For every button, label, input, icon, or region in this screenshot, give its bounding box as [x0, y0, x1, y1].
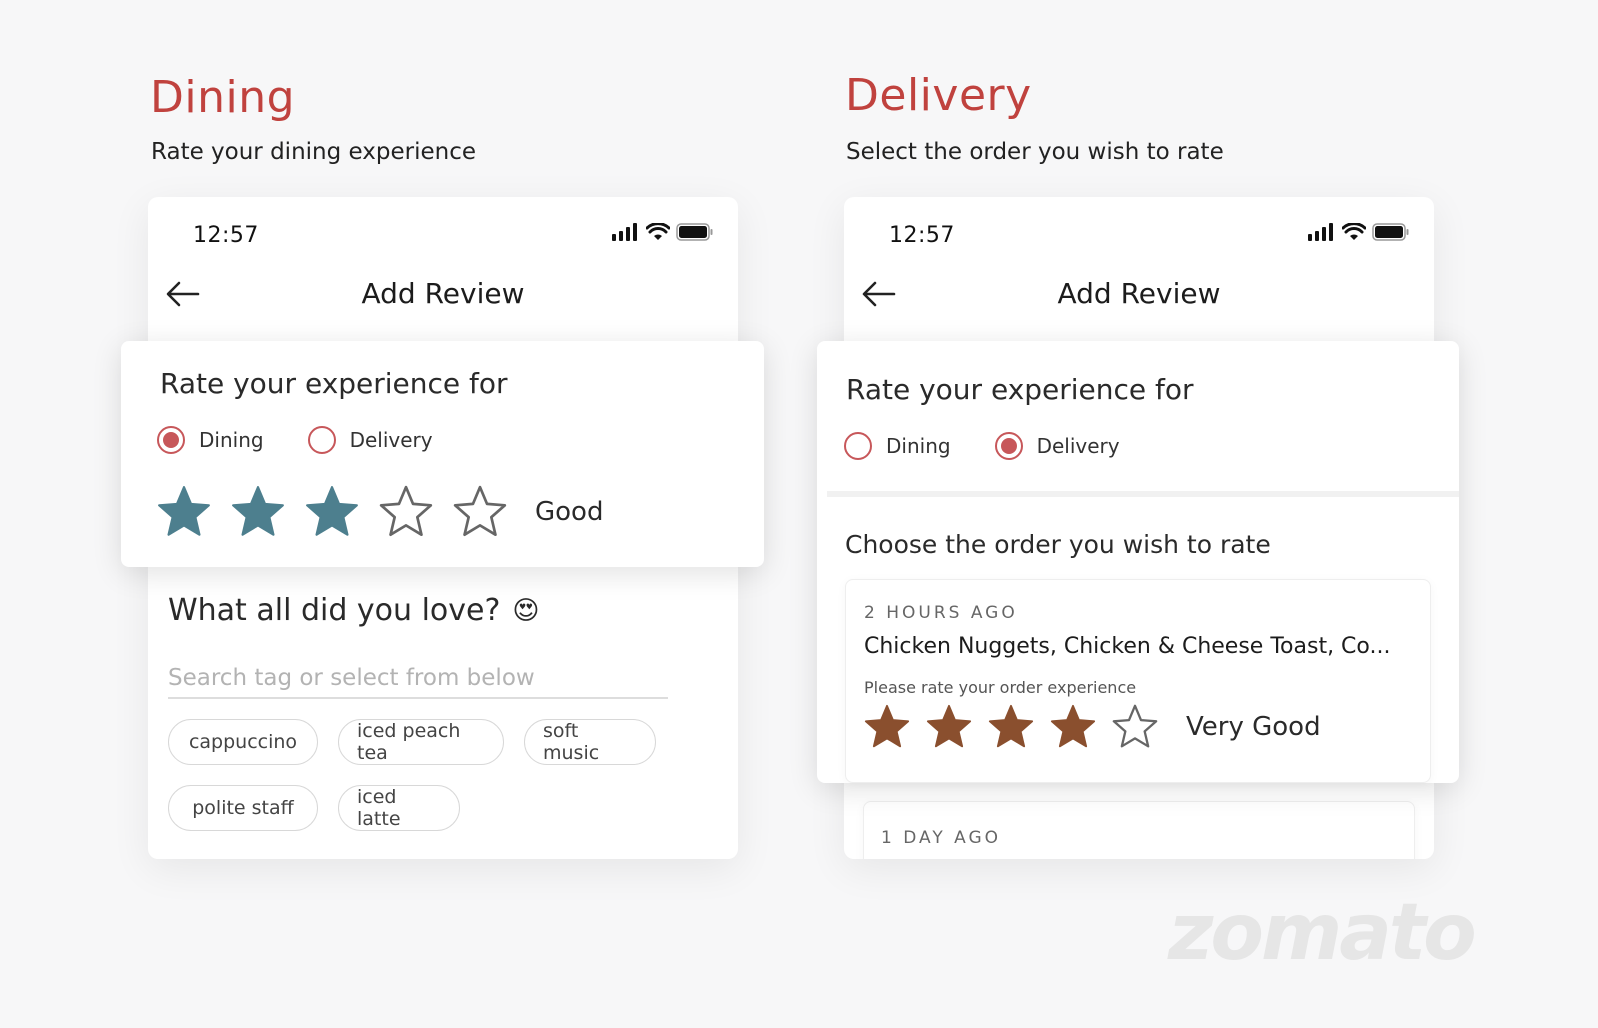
- star-filled-icon[interactable]: [988, 704, 1034, 750]
- star-filled-icon[interactable]: [231, 485, 285, 539]
- signal-icon: [1308, 223, 1333, 241]
- delivery-section-title: Delivery: [845, 70, 1032, 121]
- radio-selected-icon: [157, 426, 185, 454]
- tag-chip[interactable]: cappuccino: [168, 719, 318, 765]
- tag-list: cappuccino iced peach tea soft music pol…: [168, 719, 688, 831]
- rating-card-heading: Rate your experience for: [846, 373, 1194, 406]
- dining-star-rating: Good: [157, 485, 603, 539]
- order-items: Chicken Nuggets, Chicken & Cheese Toast,…: [864, 634, 1391, 659]
- tag-search-input[interactable]: [168, 665, 668, 699]
- order-star-rating: Very Good: [864, 704, 1321, 750]
- tag-chip[interactable]: polite staff: [168, 785, 318, 831]
- love-heading-text: What all did you love?: [168, 593, 501, 628]
- battery-icon: [676, 223, 713, 241]
- radio-delivery-label: Delivery: [349, 428, 433, 452]
- status-time: 12:57: [193, 223, 259, 248]
- status-icons: [1308, 223, 1410, 241]
- order-card[interactable]: 1 DAY AGO: [863, 801, 1415, 859]
- star-filled-icon[interactable]: [864, 704, 910, 750]
- radio-dining-label: Dining: [886, 434, 951, 458]
- tag-chip[interactable]: iced latte: [338, 785, 460, 831]
- radio-delivery-label: Delivery: [1036, 434, 1120, 458]
- wifi-icon: [1342, 223, 1366, 240]
- star-filled-icon[interactable]: [1050, 704, 1096, 750]
- choose-order-heading: Choose the order you wish to rate: [845, 530, 1271, 559]
- order-time: 2 HOURS AGO: [864, 603, 1018, 623]
- dining-rating-card: Rate your experience for Dining Delivery…: [121, 341, 764, 567]
- experience-type-radio-group: Dining Delivery: [157, 426, 433, 454]
- battery-icon: [1372, 223, 1409, 241]
- radio-dining[interactable]: Dining: [844, 432, 951, 460]
- dining-section-subtitle: Rate your dining experience: [151, 139, 476, 165]
- dining-section-title: Dining: [150, 72, 296, 123]
- rating-label: Good: [535, 497, 604, 527]
- rating-card-heading: Rate your experience for: [160, 367, 508, 400]
- radio-delivery[interactable]: Delivery: [307, 426, 433, 454]
- signal-icon: [612, 223, 637, 241]
- order-rating-prompt: Please rate your order experience: [864, 678, 1137, 697]
- status-time: 12:57: [889, 223, 955, 248]
- delivery-section-subtitle: Select the order you wish to rate: [846, 139, 1224, 165]
- radio-unselected-icon: [307, 426, 336, 454]
- rating-label: Very Good: [1186, 712, 1321, 742]
- star-filled-icon[interactable]: [157, 485, 211, 539]
- tag-chip[interactable]: soft music: [524, 719, 656, 765]
- order-card[interactable]: 2 HOURS AGO Chicken Nuggets, Chicken & C…: [845, 579, 1431, 783]
- zomato-watermark-logo: zomato: [1168, 888, 1477, 978]
- love-heading: What all did you love? 😍: [168, 593, 540, 628]
- star-empty-icon[interactable]: [453, 485, 507, 539]
- star-empty-icon[interactable]: [1112, 704, 1158, 750]
- radio-delivery[interactable]: Delivery: [994, 432, 1120, 460]
- star-filled-icon[interactable]: [305, 485, 359, 539]
- radio-unselected-icon: [844, 432, 872, 460]
- radio-dining[interactable]: Dining: [157, 426, 264, 454]
- delivery-rating-card: Rate your experience for Dining Delivery…: [817, 341, 1459, 783]
- heart-eyes-emoji-icon: 😍: [512, 595, 540, 626]
- status-icons: [612, 223, 714, 241]
- experience-type-radio-group: Dining Delivery: [844, 432, 1120, 460]
- radio-dining-label: Dining: [199, 428, 264, 452]
- radio-selected-icon: [994, 432, 1023, 460]
- screen-title: Add Review: [1057, 277, 1221, 310]
- wifi-icon: [646, 223, 670, 240]
- order-time: 1 DAY AGO: [881, 828, 1001, 848]
- screen-title: Add Review: [361, 277, 525, 310]
- section-divider: [827, 491, 1459, 497]
- tag-chip[interactable]: iced peach tea: [338, 719, 504, 765]
- star-filled-icon[interactable]: [926, 704, 972, 750]
- star-empty-icon[interactable]: [379, 485, 433, 539]
